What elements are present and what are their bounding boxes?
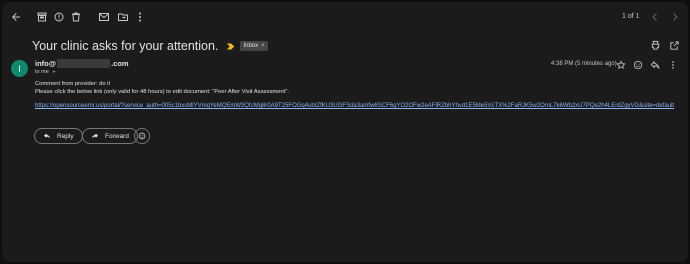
reply-icon[interactable] (650, 60, 660, 70)
body-instructions: Please click the below link (only valid … (35, 89, 290, 95)
toolbar: 1 of 1 (2, 2, 688, 32)
older-chevron-icon[interactable] (669, 11, 681, 23)
add-reaction-button[interactable] (134, 128, 150, 144)
more-vert-icon[interactable] (134, 11, 146, 23)
recipient-text: to me (35, 69, 49, 75)
subject-row: Your clinic asks for your attention. Inb… (32, 38, 268, 54)
sender-prefix: info@ (35, 59, 57, 68)
avatar: I (11, 60, 28, 77)
move-to-icon[interactable] (117, 11, 129, 23)
sender-suffix: .com (111, 59, 129, 68)
inbox-label-chip: Inbox × (240, 41, 268, 51)
email-subject: Your clinic asks for your attention. (32, 39, 219, 53)
portal-link[interactable]: https://opensourceemr.us/portal/?service… (35, 103, 674, 109)
open-new-window-icon[interactable] (669, 40, 680, 51)
chevron-down-icon (52, 71, 56, 73)
smiley-icon (138, 132, 146, 140)
sender-address[interactable]: info@ .com (35, 59, 129, 68)
remove-label-button[interactable]: × (261, 43, 265, 49)
forward-icon (92, 133, 98, 139)
forward-label: Forward (105, 132, 129, 140)
timestamp: 4:38 PM (5 minutes ago) (551, 61, 617, 67)
inbox-label-text: Inbox (243, 43, 259, 49)
pager-text: 1 of 1 (622, 13, 640, 20)
print-icon[interactable] (650, 40, 661, 51)
body-comment: Comment from provider: do it (35, 81, 111, 87)
redacted-block (57, 59, 111, 68)
important-marker-icon[interactable] (226, 42, 235, 51)
mark-unread-icon[interactable] (98, 11, 110, 23)
star-icon[interactable] (616, 60, 626, 70)
more-vert-icon[interactable] (668, 60, 678, 70)
back-arrow-icon[interactable] (10, 11, 22, 23)
delete-icon[interactable] (70, 11, 82, 23)
recipient-details[interactable]: to me (35, 69, 57, 75)
forward-button[interactable]: Forward (82, 128, 138, 144)
report-spam-icon[interactable] (53, 11, 65, 23)
reply-button[interactable]: Reply (34, 128, 83, 144)
archive-icon[interactable] (36, 11, 48, 23)
reply-icon (44, 133, 50, 139)
email-view: 1 of 1 Your clinic asks for your attenti… (2, 2, 688, 262)
reply-label: Reply (57, 132, 74, 140)
emoji-reaction-icon[interactable] (633, 60, 643, 70)
newer-chevron-icon[interactable] (649, 11, 661, 23)
